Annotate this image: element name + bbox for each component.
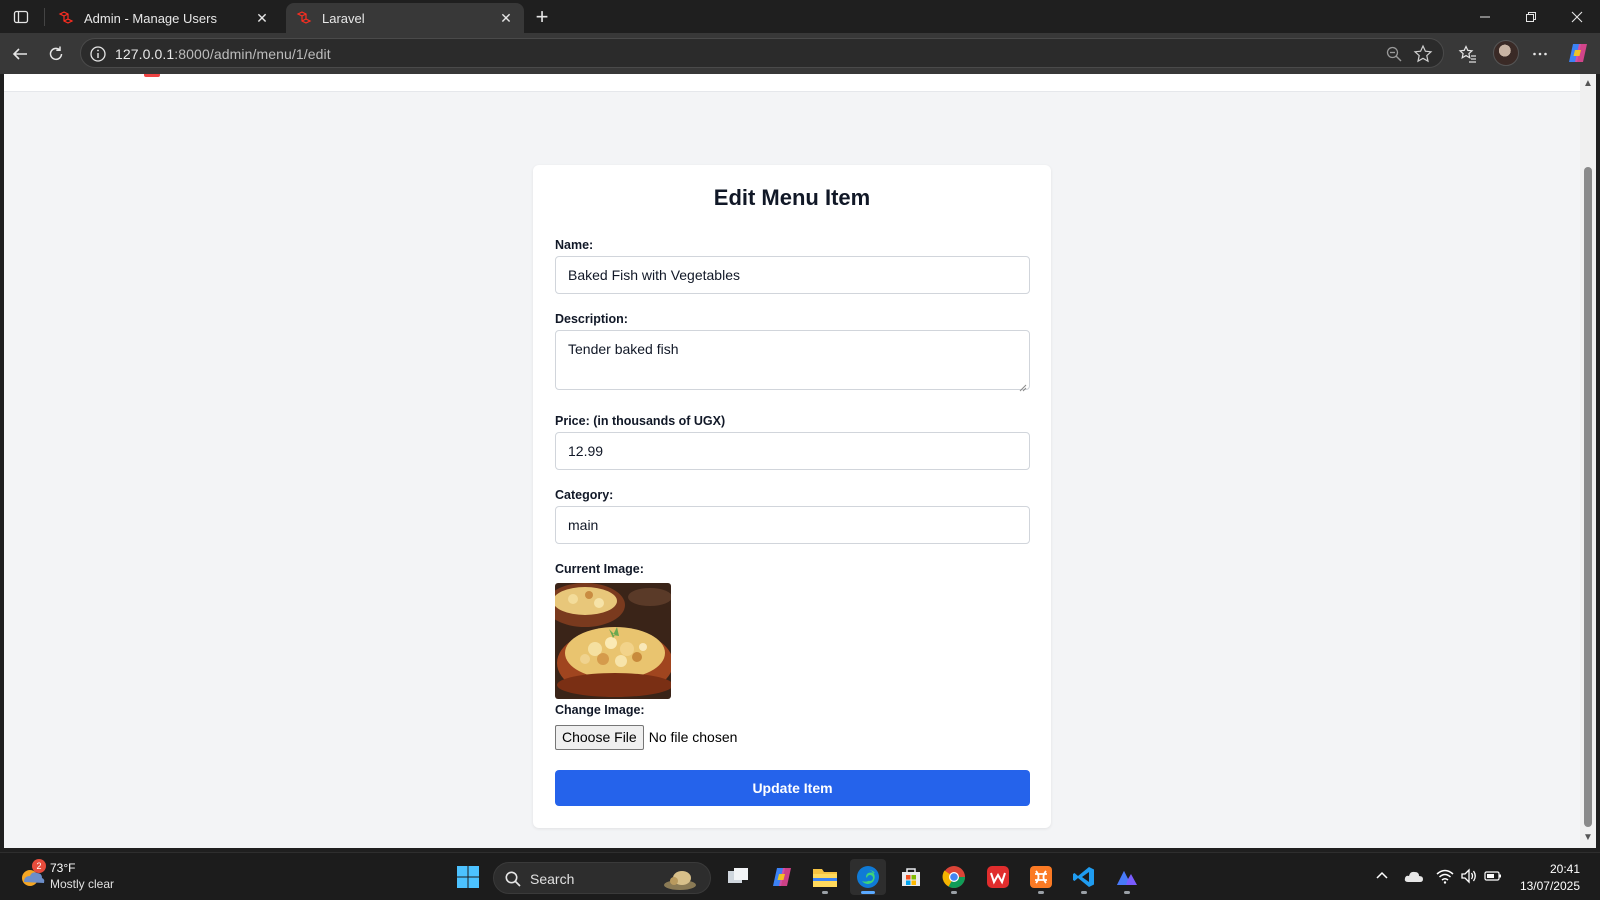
close-window-icon[interactable] bbox=[1554, 0, 1600, 33]
copilot-icon[interactable] bbox=[1566, 41, 1590, 65]
tab-separator bbox=[44, 8, 45, 26]
onedrive-cloud-icon[interactable] bbox=[1403, 865, 1425, 887]
search-highlight-icon bbox=[662, 868, 698, 890]
name-label: Name: bbox=[555, 238, 594, 252]
tab-admin-manage-users[interactable]: Admin - Manage Users ✕ bbox=[48, 3, 280, 33]
battery-icon[interactable] bbox=[1482, 865, 1504, 887]
weather-badge: 2 bbox=[32, 859, 46, 873]
current-food-image bbox=[555, 583, 671, 699]
zoom-out-icon[interactable] bbox=[1385, 45, 1403, 63]
search-icon bbox=[504, 870, 522, 888]
copilot-icon[interactable] bbox=[764, 859, 800, 895]
file-explorer-icon[interactable] bbox=[807, 859, 843, 895]
tab-laravel[interactable]: Laravel ✕ bbox=[286, 3, 524, 33]
page-viewport: Edit Menu Item Name: Baked Fish with Veg… bbox=[4, 74, 1580, 848]
scroll-up-arrow-icon[interactable]: ▲ bbox=[1583, 78, 1593, 89]
current-image-label: Current Image: bbox=[555, 562, 644, 576]
nav-link-fragment bbox=[144, 74, 160, 77]
profile-avatar[interactable] bbox=[1493, 40, 1519, 66]
tab-title: Laravel bbox=[322, 10, 365, 26]
update-item-button[interactable]: Update Item bbox=[555, 770, 1030, 806]
weather-description[interactable]: Mostly clear bbox=[50, 877, 114, 891]
microsoft-store-icon[interactable] bbox=[893, 859, 929, 895]
name-input[interactable]: Baked Fish with Vegetables bbox=[555, 256, 1030, 294]
start-windows-icon[interactable] bbox=[450, 859, 486, 895]
address-bar[interactable]: 127.0.0.1:8000/admin/menu/1/edit bbox=[80, 38, 1444, 68]
file-input[interactable]: Choose File No file chosen bbox=[555, 724, 737, 750]
clock-date[interactable]: 13/07/2025 bbox=[1510, 879, 1580, 893]
url-path: :8000/admin/menu/1/edit bbox=[174, 46, 331, 62]
vscode-icon[interactable] bbox=[1066, 859, 1102, 895]
task-view-icon[interactable] bbox=[720, 859, 756, 895]
resize-grip-icon[interactable] bbox=[1019, 379, 1027, 392]
url-host: 127.0.0.1 bbox=[115, 46, 175, 62]
back-arrow-icon[interactable] bbox=[6, 40, 34, 68]
photos-icon[interactable] bbox=[1109, 859, 1145, 895]
windows-taskbar: 2 73°F Mostly clear Search 20:41 13/07/2… bbox=[0, 852, 1600, 900]
running-indicator bbox=[1124, 891, 1130, 894]
scroll-down-arrow-icon[interactable]: ▼ bbox=[1583, 832, 1593, 843]
site-nav-bar bbox=[4, 74, 1580, 92]
category-input[interactable]: main bbox=[555, 506, 1030, 544]
tab-title: Admin - Manage Users bbox=[84, 10, 217, 26]
show-hidden-icons-chevron-icon[interactable] bbox=[1371, 865, 1393, 887]
running-indicator bbox=[1038, 891, 1044, 894]
price-label: Price: (in thousands of UGX) bbox=[555, 414, 726, 428]
edit-menu-item-card: Edit Menu Item Name: Baked Fish with Veg… bbox=[533, 165, 1051, 828]
restore-icon[interactable] bbox=[1508, 0, 1554, 33]
file-status-text: No file chosen bbox=[648, 729, 738, 745]
running-indicator bbox=[951, 891, 957, 894]
description-textarea[interactable]: Tender baked fish bbox=[555, 330, 1030, 392]
running-indicator bbox=[822, 891, 828, 894]
close-tab-icon[interactable]: ✕ bbox=[498, 10, 514, 26]
description-value: Tender baked fish bbox=[568, 341, 679, 357]
new-tab-icon[interactable]: + bbox=[530, 4, 554, 29]
page-title: Edit Menu Item bbox=[713, 185, 871, 210]
laravel-icon bbox=[296, 10, 312, 26]
url-text: 127.0.0.1:8000/admin/menu/1/edit bbox=[115, 46, 331, 62]
wps-office-icon[interactable] bbox=[980, 859, 1016, 895]
chrome-icon[interactable] bbox=[936, 859, 972, 895]
running-indicator bbox=[1081, 891, 1087, 894]
site-info-icon[interactable] bbox=[89, 45, 107, 63]
favorites-icon[interactable] bbox=[1454, 40, 1482, 68]
refresh-icon[interactable] bbox=[42, 40, 70, 68]
volume-icon[interactable] bbox=[1458, 865, 1480, 887]
category-label: Category: bbox=[555, 488, 614, 502]
weather-temperature[interactable]: 73°F bbox=[50, 861, 75, 875]
price-input[interactable]: 12.99 bbox=[555, 432, 1030, 470]
minimize-icon[interactable] bbox=[1462, 0, 1508, 33]
choose-file-button[interactable]: Choose File bbox=[555, 724, 644, 750]
laravel-icon bbox=[58, 10, 74, 26]
scrollbar-thumb[interactable] bbox=[1584, 167, 1592, 827]
browser-tab-strip: Admin - Manage Users ✕ Laravel ✕ + bbox=[0, 0, 1600, 33]
edge-icon[interactable] bbox=[850, 859, 886, 895]
description-label: Description: bbox=[555, 312, 628, 326]
more-options-icon[interactable] bbox=[1526, 40, 1554, 68]
xampp-icon[interactable] bbox=[1023, 859, 1059, 895]
close-tab-icon[interactable]: ✕ bbox=[254, 10, 270, 26]
favorite-star-icon[interactable] bbox=[1413, 44, 1433, 64]
running-indicator bbox=[861, 891, 875, 894]
taskbar-search-box[interactable]: Search bbox=[493, 862, 711, 894]
tab-actions-icon[interactable] bbox=[8, 6, 34, 28]
change-image-label: Change Image: bbox=[555, 703, 645, 717]
clock-time[interactable]: 20:41 bbox=[1510, 862, 1580, 876]
browser-toolbar: 127.0.0.1:8000/admin/menu/1/edit bbox=[0, 33, 1600, 74]
wifi-icon[interactable] bbox=[1434, 865, 1456, 887]
search-label: Search bbox=[530, 871, 575, 887]
